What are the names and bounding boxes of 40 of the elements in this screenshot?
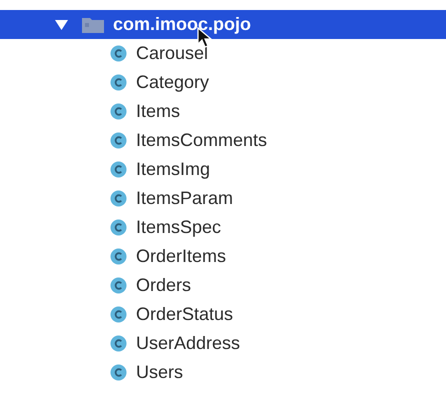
item-label: Carousel [136, 42, 208, 65]
tree-item[interactable]: OrderStatus [0, 300, 446, 329]
item-label: OrderStatus [136, 303, 234, 326]
item-label: com.imooc.pojo [113, 13, 252, 36]
item-label: Orders [136, 274, 192, 297]
class-icon [110, 190, 127, 207]
class-icon [110, 364, 127, 381]
item-label: ItemsImg [136, 158, 210, 181]
tree-item[interactable]: Category [0, 68, 446, 97]
item-label: OrderItems [136, 245, 226, 268]
class-icon [110, 219, 127, 236]
tree-item[interactable]: com.imooc.pojo [0, 10, 446, 39]
class-icon [110, 45, 127, 62]
class-icon [110, 161, 127, 178]
tree-item[interactable]: ItemsComments [0, 126, 446, 155]
tree-item[interactable]: ItemsImg [0, 155, 446, 184]
class-icon [110, 103, 127, 120]
item-label: Category [136, 71, 210, 94]
item-label: ItemsSpec [136, 216, 222, 239]
class-icon [110, 335, 127, 352]
tree-item[interactable]: Orders [0, 271, 446, 300]
expanded-arrow-icon[interactable] [55, 18, 68, 31]
class-icon [110, 132, 127, 149]
tree-item[interactable]: Users [0, 358, 446, 387]
tree-item[interactable]: Carousel [0, 39, 446, 68]
tree-item[interactable]: UserAddress [0, 329, 446, 358]
class-icon [110, 277, 127, 294]
tree-item[interactable]: ItemsSpec [0, 213, 446, 242]
item-label: ItemsParam [136, 187, 234, 210]
item-label: Items [136, 100, 180, 123]
tree-item[interactable]: Items [0, 97, 446, 126]
item-label: UserAddress [136, 332, 240, 355]
tree-item[interactable]: ItemsParam [0, 184, 446, 213]
class-icon [110, 74, 127, 91]
folder-icon [82, 16, 104, 32]
class-icon [110, 248, 127, 265]
item-label: Users [136, 361, 184, 384]
class-icon [110, 306, 127, 323]
tree-item[interactable]: OrderItems [0, 242, 446, 271]
item-label: ItemsComments [136, 129, 268, 152]
